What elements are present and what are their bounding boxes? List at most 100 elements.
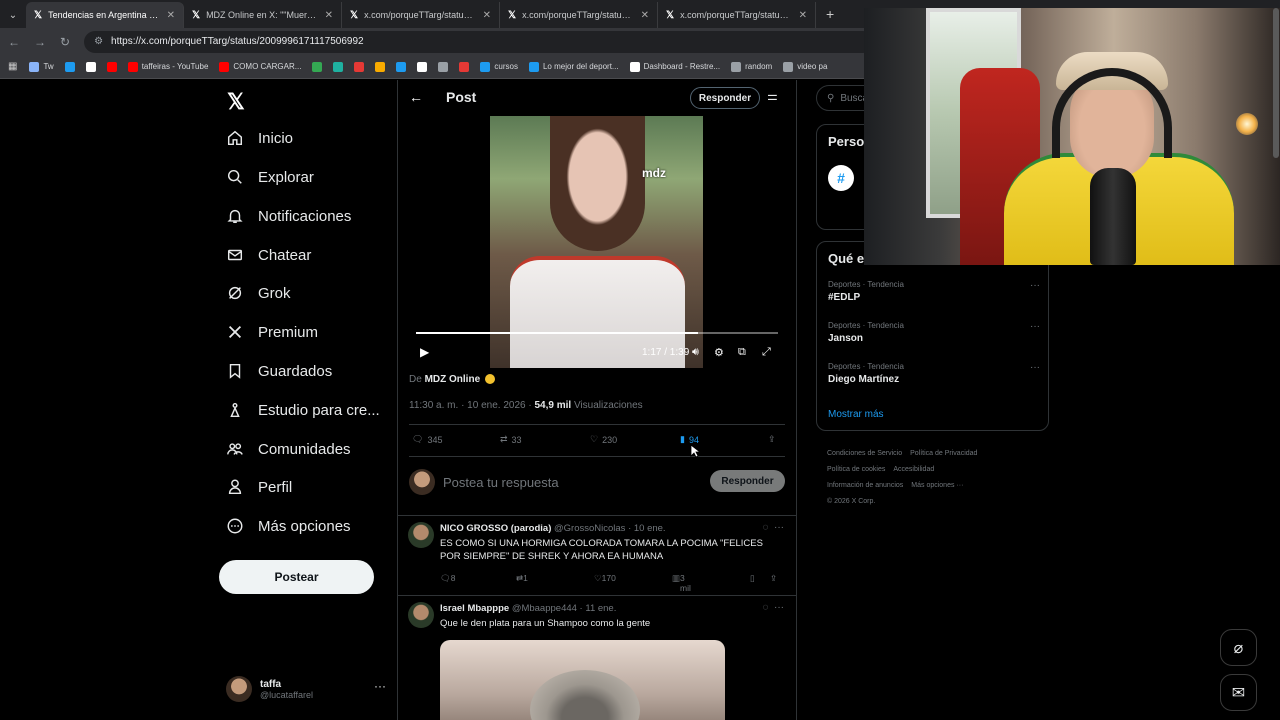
avatar[interactable] bbox=[408, 602, 434, 628]
bookmark-icon[interactable]: ▯ bbox=[750, 573, 755, 584]
scrollbar[interactable] bbox=[1272, 8, 1280, 168]
account-switcher[interactable]: taffa @lucataffarel ··· bbox=[226, 673, 386, 705]
new-tab-button[interactable]: + bbox=[816, 6, 844, 28]
browser-tab[interactable]: 𝕏x.com/porqueTTarg/status/200 ✕ bbox=[500, 2, 658, 28]
bookmark-item[interactable] bbox=[459, 61, 470, 72]
bookmark-item[interactable]: Tw bbox=[29, 61, 54, 72]
bookmark-item[interactable]: COMO CARGAR... bbox=[219, 61, 301, 72]
x-logo-icon[interactable]: 𝕏 bbox=[227, 89, 245, 115]
like-action[interactable]: ♡ 170 bbox=[594, 573, 616, 584]
post-timestamp[interactable]: 11:30 a. m. · 10 ene. 2026 · bbox=[409, 400, 532, 411]
tab-search-button[interactable]: ⌄ bbox=[0, 10, 26, 28]
footer-link[interactable]: Condiciones de Servicio bbox=[827, 450, 902, 457]
close-icon[interactable]: ✕ bbox=[483, 10, 491, 21]
bookmark-item[interactable]: random bbox=[731, 61, 772, 72]
more-icon[interactable]: ··· bbox=[1030, 280, 1040, 291]
bookmark-item[interactable] bbox=[85, 61, 96, 72]
bookmark-item[interactable] bbox=[312, 61, 323, 72]
reply-item[interactable]: Israel Mbapppe @Mbaappe444 · 11 ene. ◌ ·… bbox=[398, 595, 796, 720]
nav-item-guardados[interactable]: Guardados bbox=[226, 356, 332, 386]
bookmark-item[interactable] bbox=[64, 61, 75, 72]
close-icon[interactable]: ✕ bbox=[641, 10, 649, 21]
nav-item-comunidades[interactable]: Comunidades bbox=[226, 434, 351, 464]
video-progress-bar[interactable] bbox=[416, 332, 778, 334]
more-icon[interactable]: ··· bbox=[1030, 362, 1040, 373]
reply-input[interactable]: Postea tu respuesta bbox=[443, 475, 559, 490]
more-icon[interactable]: ··· bbox=[774, 522, 784, 533]
bookmark-item[interactable] bbox=[375, 61, 386, 72]
close-icon[interactable]: ✕ bbox=[167, 10, 175, 21]
messages-fab-button[interactable]: ✉ bbox=[1220, 674, 1257, 711]
apps-icon[interactable]: ▦ bbox=[8, 61, 17, 72]
like-action[interactable]: ♡ 230 bbox=[590, 434, 617, 445]
repost-action[interactable]: ⇄ 33 bbox=[500, 434, 522, 445]
settings-icon[interactable]: ⚙ bbox=[714, 346, 724, 359]
show-more-link[interactable]: Mostrar más bbox=[828, 409, 884, 420]
fullscreen-icon[interactable]: ⤢ bbox=[762, 346, 771, 359]
reply-author-name[interactable]: Israel Mbapppe bbox=[440, 603, 509, 614]
reload-icon[interactable]: ↻ bbox=[60, 35, 70, 49]
video-player[interactable]: mdz ▶ 1:17 / 1:39 🔊︎ ⚙ ⧉ ⤢ bbox=[410, 116, 784, 368]
bookmark-item[interactable]: cursos bbox=[480, 61, 518, 72]
back-icon[interactable]: ← bbox=[8, 35, 20, 49]
browser-tab[interactable]: 𝕏 MDZ Online en X: ""Muere un ✕ bbox=[184, 2, 342, 28]
reply-action[interactable]: 🗨︎ 345 bbox=[412, 434, 442, 445]
grok-icon[interactable]: ◌ bbox=[762, 602, 768, 613]
browser-tab[interactable]: 𝕏x.com/porqueTTarg/status/200 ✕ bbox=[658, 2, 816, 28]
reply-submit-button[interactable]: Responder bbox=[710, 470, 785, 492]
close-icon[interactable]: ✕ bbox=[325, 10, 333, 21]
reply-image[interactable] bbox=[440, 640, 725, 720]
footer-link[interactable]: Política de cookies bbox=[827, 466, 885, 473]
repost-action[interactable]: ⇄ 1 bbox=[516, 573, 528, 584]
nav-item-chatear[interactable]: Chatear bbox=[226, 240, 311, 270]
footer-link[interactable]: Más opciones ··· bbox=[911, 482, 963, 489]
browser-tab[interactable]: 𝕏x.com/porqueTTarg/status/200 ✕ bbox=[342, 2, 500, 28]
trend-item[interactable]: Deportes · Tendencia Janson ··· bbox=[828, 321, 1040, 344]
more-icon[interactable]: ··· bbox=[374, 679, 386, 693]
nav-item-premium[interactable]: Premium bbox=[226, 317, 318, 347]
bookmark-item[interactable] bbox=[106, 61, 117, 72]
nav-item-inicio[interactable]: Inicio bbox=[226, 123, 293, 153]
play-icon[interactable]: ▶ bbox=[420, 345, 429, 359]
url-bar[interactable]: ⚙ https://x.com/porqueTTarg/status/20099… bbox=[84, 30, 875, 53]
reply-author-name[interactable]: NICO GROSSO (parodia) bbox=[440, 523, 551, 534]
nav-item-perfil[interactable]: Perfil bbox=[226, 472, 292, 502]
scrollbar-thumb[interactable] bbox=[1273, 8, 1279, 158]
trend-item[interactable]: Deportes · Tendencia #EDLP ··· bbox=[828, 280, 1040, 303]
share-action[interactable]: ⇪ bbox=[768, 434, 776, 445]
bookmark-item[interactable] bbox=[438, 61, 449, 72]
nav-item-grok[interactable]: Grok bbox=[226, 278, 291, 308]
site-info-icon[interactable]: ⚙ bbox=[94, 36, 103, 47]
browser-tab[interactable]: 𝕏 Tendencias en Argentina en X: ✕ bbox=[26, 2, 184, 28]
grok-fab-button[interactable]: ⌀ bbox=[1220, 629, 1257, 666]
bookmark-item[interactable]: video pa bbox=[783, 61, 827, 72]
picture-in-picture-icon[interactable]: ⧉ bbox=[738, 346, 746, 359]
bookmark-item[interactable]: Dashboard - Restre... bbox=[629, 61, 720, 72]
grok-icon[interactable]: ◌ bbox=[762, 522, 768, 533]
close-icon[interactable]: ✕ bbox=[799, 10, 807, 21]
bookmark-item[interactable] bbox=[354, 61, 365, 72]
reply-item[interactable]: NICO GROSSO (parodia) @GrossoNicolas · 1… bbox=[398, 515, 796, 595]
bookmark-item[interactable]: Lo mejor del deport... bbox=[528, 61, 619, 72]
filter-icon[interactable]: ⚌ bbox=[767, 89, 778, 103]
footer-link[interactable]: Política de Privacidad bbox=[910, 450, 977, 457]
avatar[interactable] bbox=[408, 522, 434, 548]
footer-link[interactable]: Información de anuncios bbox=[827, 482, 903, 489]
post-button[interactable]: Postear bbox=[219, 560, 374, 594]
trend-item[interactable]: Deportes · Tendencia Diego Martínez ··· bbox=[828, 362, 1040, 385]
nav-item-explorar[interactable]: Explorar bbox=[226, 162, 314, 192]
share-icon[interactable]: ⇪ bbox=[770, 573, 777, 584]
bookmark-item[interactable] bbox=[333, 61, 344, 72]
views-action[interactable]: ▥ 3 mil bbox=[672, 573, 691, 593]
bookmark-item[interactable] bbox=[396, 61, 407, 72]
nav-item-más-opciones[interactable]: Más opciones bbox=[226, 511, 351, 541]
more-icon[interactable]: ··· bbox=[1030, 321, 1040, 332]
forward-icon[interactable]: → bbox=[34, 35, 46, 49]
back-arrow-icon[interactable]: ← bbox=[409, 89, 423, 105]
footer-link[interactable]: Accesibilidad bbox=[893, 466, 934, 473]
reply-header-button[interactable]: Responder bbox=[690, 87, 760, 109]
author-name[interactable]: MDZ Online bbox=[425, 374, 481, 385]
nav-item-notificaciones[interactable]: Notificaciones bbox=[226, 201, 351, 231]
bookmark-item[interactable]: taffeiras - YouTube bbox=[127, 61, 208, 72]
reply-action[interactable]: 🗨︎ 8 bbox=[440, 573, 456, 584]
